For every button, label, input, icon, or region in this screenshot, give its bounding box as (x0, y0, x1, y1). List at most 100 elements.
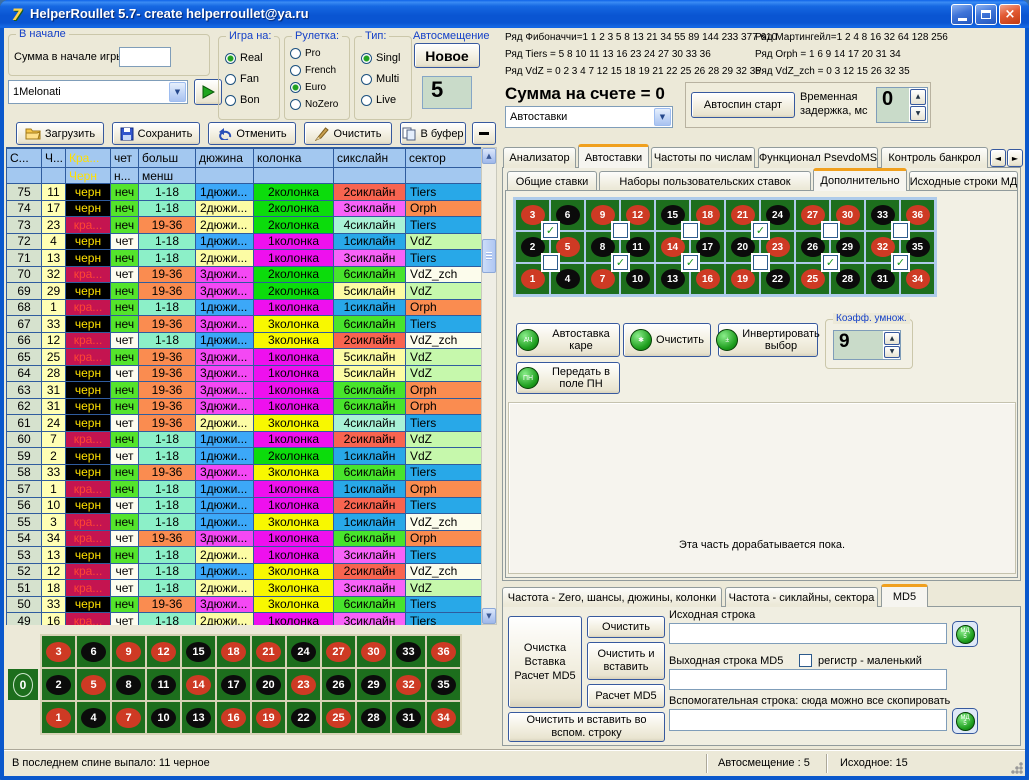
table-row[interactable]: 6733черннеч19-363дюжи...3колонка6сиклайн… (7, 316, 482, 333)
delay-value[interactable]: 0 (877, 88, 909, 122)
board-number-33[interactable]: 33 (392, 636, 425, 667)
table-row[interactable]: 5833черннеч19-363дюжи...3колонка6сиклайн… (7, 464, 482, 481)
quad-checkbox-bottom[interactable]: ✓ (613, 255, 628, 270)
tab-sub-2[interactable]: Наборы пользовательских ставок (599, 171, 811, 191)
buffer-button[interactable]: В буфер (400, 122, 466, 145)
tab-sub-3[interactable]: Дополнительно (813, 168, 907, 191)
board-number-28[interactable]: 28 (357, 702, 390, 733)
quad-checkbox-bottom[interactable]: ✓ (683, 255, 698, 270)
radio-pro[interactable]: Pro (290, 48, 348, 59)
close-icon[interactable]: × (999, 4, 1021, 25)
board-number-6[interactable]: 6 (77, 636, 110, 667)
board-number-24[interactable]: 24 (287, 636, 320, 667)
tabs-scroll-right-icon[interactable]: ► (1007, 149, 1023, 167)
board-number-1[interactable]: 1 (42, 702, 75, 733)
chevron-down-icon[interactable]: ▼ (169, 82, 186, 102)
md5-clear-paste-aux-button[interactable]: Очистить и вставить во вспом. строку (508, 712, 665, 742)
table-row[interactable]: 681кра...неч1-181дюжи...1колонка1сиклайн… (7, 299, 482, 316)
load-button[interactable]: Загрузить (16, 122, 104, 145)
title-bar[interactable]: 7 HelperRoullet 5.7- create helperroulle… (0, 0, 1029, 28)
tab-sub-1[interactable]: Общие ставки (507, 171, 597, 191)
scroll-up-icon[interactable]: ▲ (482, 148, 496, 164)
md5-clear-button[interactable]: Очистить (587, 616, 665, 638)
save-button[interactable]: Сохранить (112, 122, 200, 145)
board-number-11[interactable]: 11 (147, 669, 180, 700)
collapse-button[interactable] (472, 122, 496, 145)
md5-aux-run-button[interactable]: МД5 (952, 708, 978, 734)
board-number-35[interactable]: 35 (427, 669, 460, 700)
quad-checkbox-top[interactable]: ✓ (753, 223, 768, 238)
board-number-25[interactable]: 25 (322, 702, 355, 733)
tab-main-1[interactable]: Анализатор (503, 147, 576, 168)
spinner-down-icon[interactable]: ▼ (910, 106, 926, 122)
table-row[interactable]: 571кра...неч1-181дюжи...1колонка1сиклайн… (7, 481, 482, 498)
table-row[interactable]: 5118кра...чет1-182дюжи...3колонка3сиклай… (7, 580, 482, 597)
coeff-value[interactable]: 9 (834, 331, 883, 359)
board-number-5[interactable]: 5 (77, 669, 110, 700)
table-row[interactable]: 7511черннеч1-181дюжи...2колонка2сиклайнT… (7, 184, 482, 201)
maximize-icon[interactable] (975, 4, 997, 25)
md5-source-input[interactable] (669, 623, 947, 644)
board-number-22[interactable]: 22 (287, 702, 320, 733)
tabs-scroll-left-icon[interactable]: ◄ (990, 149, 1006, 167)
quad-checkbox-top[interactable]: ✓ (543, 223, 558, 238)
radio-bon[interactable]: Bon (225, 94, 277, 106)
scroll-down-icon[interactable]: ▼ (482, 608, 496, 624)
board-number-15[interactable]: 15 (182, 636, 215, 667)
bet-clear-button[interactable]: ✱ Очистить (623, 323, 711, 357)
table-row[interactable]: 5434кра...чет19-363дюжи...1колонка6сикла… (7, 530, 482, 547)
board-number-17[interactable]: 17 (217, 669, 250, 700)
quad-checkbox-bottom[interactable] (543, 255, 558, 270)
tab-main-5[interactable]: Контроль банкрол (881, 147, 988, 168)
radio-real[interactable]: Real (225, 52, 277, 64)
new-button[interactable]: Новое (414, 43, 480, 68)
minimize-icon[interactable] (951, 4, 973, 25)
board-number-3[interactable]: 3 (42, 636, 75, 667)
table-row[interactable]: 607кра...неч1-181дюжи...1колонка2сиклайн… (7, 431, 482, 448)
tab-sub-4[interactable]: Исходные строки МД (909, 171, 1018, 191)
table-row[interactable]: 5610чернчет1-181дюжи...1колонка2сиклайнT… (7, 497, 482, 514)
table-row[interactable]: 592чернчет1-181дюжи...2колонка1сиклайнVd… (7, 448, 482, 465)
md5-aux-input[interactable] (669, 709, 947, 731)
profile-combobox[interactable]: 1Melonati ▼ (8, 80, 188, 104)
register-checkbox[interactable] (799, 654, 812, 667)
spinner-up-icon[interactable]: ▲ (884, 332, 900, 345)
board-number-32[interactable]: 32 (392, 669, 425, 700)
board-number-20[interactable]: 20 (252, 669, 285, 700)
quad-checkbox-top[interactable] (823, 223, 838, 238)
board-number-4[interactable]: 4 (77, 702, 110, 733)
radio-euro[interactable]: Euro (290, 82, 348, 93)
transfer-pn-button[interactable]: ПН Передать в поле ПН (516, 362, 620, 394)
quad-checkbox-top[interactable] (683, 223, 698, 238)
board-number-30[interactable]: 30 (357, 636, 390, 667)
table-row[interactable]: 7417черннеч1-182дюжи...2колонка3сиклайнO… (7, 200, 482, 217)
mode-combobox[interactable]: Автоставки ▼ (505, 106, 673, 128)
table-row[interactable]: 5313черннеч1-182дюжи...1колонка3сиклайнT… (7, 547, 482, 564)
table-row[interactable]: 6929черннеч19-363дюжи...2колонка5сиклайн… (7, 283, 482, 300)
board-number-8[interactable]: 8 (112, 669, 145, 700)
radio-singl[interactable]: Singl (361, 52, 409, 64)
tab-bottom-1[interactable]: Частота - Zero, шансы, дюжины, колонки (502, 587, 722, 607)
board-number-21[interactable]: 21 (252, 636, 285, 667)
board-number-7[interactable]: 7 (112, 702, 145, 733)
table-scrollbar[interactable]: ▲ ▼ (481, 147, 497, 625)
table-row[interactable]: 6124чернчет19-362дюжи...3колонка4сиклайн… (7, 415, 482, 432)
table-row[interactable]: 7032кра...чет19-363дюжи...2колонка6сикла… (7, 266, 482, 283)
tab-bottom-3[interactable]: MD5 (881, 584, 928, 607)
tab-main-4[interactable]: Функционал PsevdoMS (758, 147, 878, 168)
board-number-10[interactable]: 10 (147, 702, 180, 733)
board-number-23[interactable]: 23 (287, 669, 320, 700)
spinner-up-icon[interactable]: ▲ (910, 89, 926, 105)
md5-big-button[interactable]: Очистка Вставка Расчет MD5 (508, 616, 582, 708)
board-number-2[interactable]: 2 (42, 669, 75, 700)
table-row[interactable]: 724чернчет1-181дюжи...1колонка1сиклайнVd… (7, 233, 482, 250)
quad-checkbox-top[interactable] (893, 223, 908, 238)
board-number-14[interactable]: 14 (182, 669, 215, 700)
invert-selection-button[interactable]: ± Инвертировать выбор (718, 323, 818, 357)
board-number-9[interactable]: 9 (112, 636, 145, 667)
table-row[interactable]: 7113черннеч1-182дюжи...1колонка3сиклайнT… (7, 250, 482, 267)
board-number-36[interactable]: 36 (427, 636, 460, 667)
board-number-31[interactable]: 31 (392, 702, 425, 733)
md5-clear-paste-button[interactable]: Очистить и вставить (587, 642, 665, 680)
spinner-down-icon[interactable]: ▼ (884, 346, 900, 359)
